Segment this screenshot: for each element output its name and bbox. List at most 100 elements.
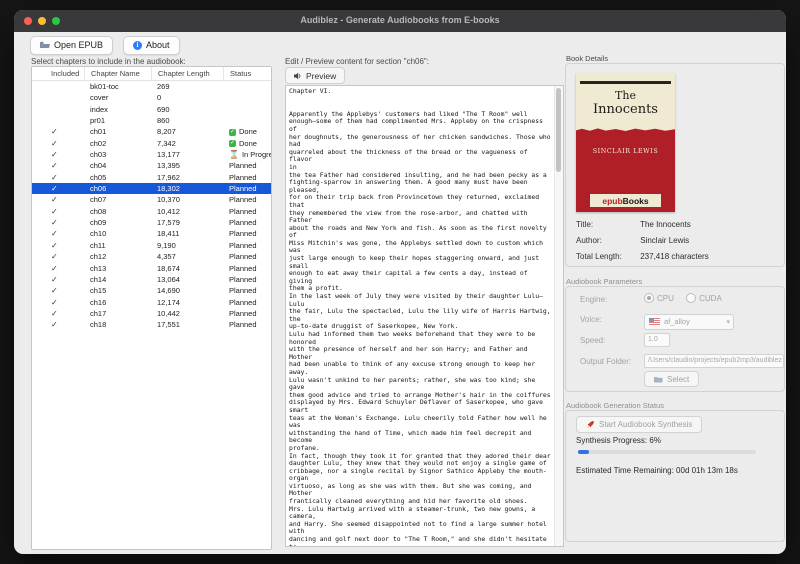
included-checkmark[interactable] (32, 81, 84, 92)
radio-cpu[interactable]: CPU (644, 293, 674, 303)
app-window: Audiblez - Generate Audiobooks from E-bo… (14, 10, 786, 554)
table-row[interactable]: cover0 (32, 92, 271, 103)
output-folder-label: Output Folder: (580, 357, 631, 366)
status-cell: Planned (223, 263, 271, 274)
included-checkmark[interactable]: ✓ (32, 183, 84, 194)
book-cover: The Innocents SINCLAIR LEWIS epubBooks (576, 73, 675, 212)
included-checkmark[interactable]: ✓ (32, 206, 84, 217)
table-row[interactable]: ✓ch0810,412Planned (32, 206, 271, 217)
status-text: Planned (229, 183, 257, 194)
table-row[interactable]: ✓ch1612,174Planned (32, 297, 271, 308)
status-text: Planned (229, 274, 257, 285)
included-checkmark[interactable]: ✓ (32, 228, 84, 239)
open-epub-button[interactable]: Open EPUB (30, 36, 113, 55)
chapter-length-cell: 10,370 (151, 194, 223, 205)
included-checkmark[interactable]: ✓ (32, 285, 84, 296)
status-cell: Done (223, 126, 271, 137)
about-button[interactable]: i About (123, 36, 180, 55)
col-header-chapter-length[interactable]: Chapter Length (151, 67, 223, 80)
table-row[interactable]: bk01-toc269 (32, 81, 271, 92)
included-checkmark[interactable]: ✓ (32, 126, 84, 137)
status-text: Planned (229, 194, 257, 205)
included-checkmark[interactable]: ✓ (32, 251, 84, 262)
output-folder-input[interactable]: /Users/claudio/projects/epub2mp3/audible… (644, 354, 784, 368)
editor-scrollbar-thumb[interactable] (556, 88, 561, 172)
included-checkmark[interactable]: ✓ (32, 160, 84, 171)
toolbar: Open EPUB i About (14, 32, 786, 58)
open-epub-label: Open EPUB (54, 40, 103, 50)
editor-text[interactable]: Chapter VI. Apparently the Applebys' cus… (289, 88, 553, 544)
col-header-status[interactable]: Status (223, 67, 271, 80)
included-checkmark[interactable]: ✓ (32, 263, 84, 274)
included-checkmark[interactable]: ✓ (32, 149, 84, 160)
chapter-name-cell: bk01-toc (84, 81, 151, 92)
select-folder-button[interactable]: Select (644, 371, 699, 387)
window-title: Audiblez - Generate Audiobooks from E-bo… (14, 15, 786, 25)
status-text: Planned (229, 172, 257, 183)
cover-author: SINCLAIR LEWIS (576, 148, 675, 155)
engine-radios: CPU CUDA (644, 293, 732, 305)
radio-cuda[interactable]: CUDA (686, 293, 722, 303)
chapter-name-cell: ch13 (84, 263, 151, 274)
chapter-length-cell: 18,302 (151, 183, 223, 194)
chapter-length-cell: 8,207 (151, 126, 223, 137)
included-checkmark[interactable]: ✓ (32, 240, 84, 251)
table-row[interactable]: ✓ch0313,177⌛In Progress (32, 149, 271, 160)
table-row[interactable]: ✓ch0917,579Planned (32, 217, 271, 228)
included-checkmark[interactable]: ✓ (32, 138, 84, 149)
table-row[interactable]: ✓ch0710,370Planned (32, 194, 271, 205)
included-checkmark[interactable] (32, 92, 84, 103)
status-text: In Progress (242, 149, 271, 160)
col-header-chapter-name[interactable]: Chapter Name (84, 67, 151, 80)
status-cell: Planned (223, 194, 271, 205)
table-row[interactable]: ✓ch1318,674Planned (32, 263, 271, 274)
status-cell: Planned (223, 228, 271, 239)
table-row[interactable]: ✓ch1514,690Planned (32, 285, 271, 296)
start-synthesis-button[interactable]: Start Audiobook Synthesis (576, 416, 702, 433)
table-row[interactable]: ✓ch1018,411Planned (32, 228, 271, 239)
done-check-icon (229, 140, 236, 147)
chapter-name-cell: ch17 (84, 308, 151, 319)
radio-dot-icon (686, 293, 696, 303)
chapter-name-cell: ch01 (84, 126, 151, 137)
book-details-title: Book Details (566, 54, 608, 63)
included-checkmark[interactable]: ✓ (32, 308, 84, 319)
rocket-icon (586, 420, 595, 429)
preview-button[interactable]: Preview (285, 67, 345, 84)
status-cell: Planned (223, 285, 271, 296)
table-row[interactable]: ✓ch018,207Done (32, 126, 271, 137)
status-cell: Done (223, 138, 271, 149)
chapter-length-cell: 690 (151, 104, 223, 115)
included-checkmark[interactable] (32, 104, 84, 115)
col-header-included[interactable]: Included (32, 67, 84, 80)
table-row[interactable]: ✓ch0413,395Planned (32, 160, 271, 171)
table-row[interactable]: ✓ch1817,551Planned (32, 319, 271, 330)
table-row[interactable]: ✓ch027,342Done (32, 138, 271, 149)
cover-top-bar (580, 81, 671, 84)
voice-dropdown[interactable]: af_alloy ▾ (644, 314, 734, 330)
chapter-length-cell: 17,579 (151, 217, 223, 228)
table-row[interactable]: ✓ch1710,442Planned (32, 308, 271, 319)
status-text: Planned (229, 263, 257, 274)
table-row[interactable]: pr01860 (32, 115, 271, 126)
status-cell: Planned (223, 274, 271, 285)
table-row[interactable]: ✓ch119,190Planned (32, 240, 271, 251)
chapter-length-cell: 0 (151, 92, 223, 103)
included-checkmark[interactable]: ✓ (32, 297, 84, 308)
included-checkmark[interactable]: ✓ (32, 274, 84, 285)
table-row[interactable]: ✓ch0517,962Planned (32, 172, 271, 183)
table-row[interactable]: ✓ch0618,302Planned (32, 183, 271, 194)
table-row[interactable]: index690 (32, 104, 271, 115)
included-checkmark[interactable] (32, 115, 84, 126)
included-checkmark[interactable]: ✓ (32, 319, 84, 330)
included-checkmark[interactable]: ✓ (32, 217, 84, 228)
included-checkmark[interactable]: ✓ (32, 194, 84, 205)
included-checkmark[interactable]: ✓ (32, 172, 84, 183)
table-row[interactable]: ✓ch1413,064Planned (32, 274, 271, 285)
chapter-name-cell: ch15 (84, 285, 151, 296)
speed-label: Speed: (580, 336, 605, 345)
author-field-label: Author: (576, 236, 638, 245)
status-cell: Planned (223, 160, 271, 171)
speed-input[interactable]: 1.0 (644, 333, 670, 347)
table-row[interactable]: ✓ch124,357Planned (32, 251, 271, 262)
